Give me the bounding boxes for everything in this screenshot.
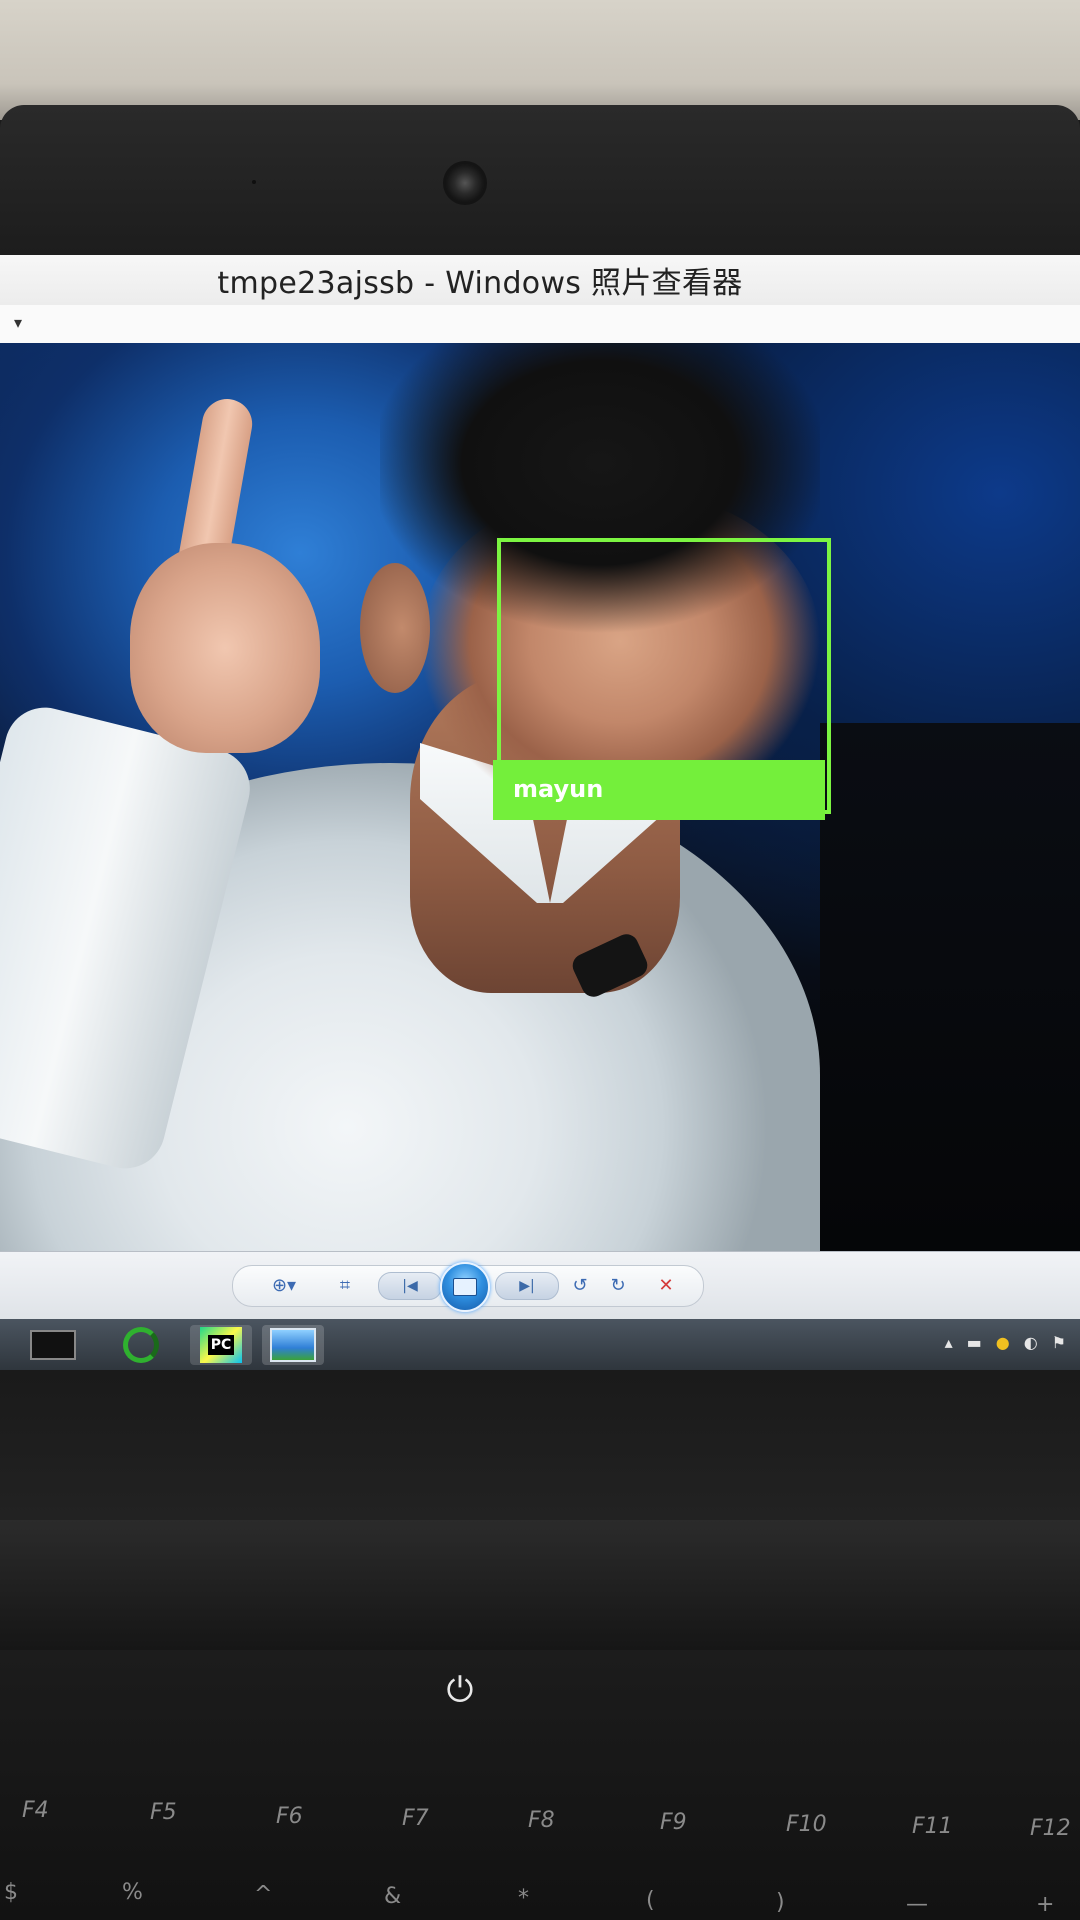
key-caret[interactable]: ^ [254,1882,272,1907]
system-tray: ▴ ▬ ● ◐ ⚑ [945,1333,1066,1352]
spinner-icon [123,1327,159,1363]
menu-bar: ▾ [0,305,1080,344]
taskbar-cmd-icon[interactable] [22,1325,84,1365]
rotate-clockwise-icon[interactable]: ↻ [604,1270,632,1300]
webcam-icon [446,164,484,202]
photo-hand [130,543,320,753]
key-f9[interactable]: F9 [660,1810,687,1835]
webcam-indicator [252,180,256,184]
key-f6[interactable]: F6 [276,1804,303,1829]
tray-security-icon[interactable]: ◐ [1024,1333,1038,1352]
wall-background [0,0,1080,120]
window-title: tmpe23ajssb - Windows 照片查看器 [217,266,743,301]
slideshow-icon[interactable] [440,1262,490,1312]
power-icon[interactable]: ⏻ [440,1670,480,1710]
taskbar-photo-viewer-icon[interactable] [262,1325,324,1365]
window-titlebar[interactable]: tmpe23ajssb - Windows 照片查看器 [0,255,1080,305]
key-plus[interactable]: + [1036,1892,1054,1917]
key-f5[interactable]: F5 [150,1800,177,1825]
taskbar-pycharm-icon[interactable]: PC [190,1325,252,1365]
pycharm-logo-icon: PC [200,1327,242,1363]
laptop-screen: tmpe23ajssb - Windows 照片查看器 ▾ mayun ⊕▾ ⌗… [0,255,1080,1370]
tray-expand-icon[interactable]: ▴ [945,1333,953,1352]
cmd-window-icon [30,1330,76,1360]
laptop-top-bezel [0,105,1080,265]
menu-dropdown-caret-icon[interactable]: ▾ [14,313,22,332]
key-f8[interactable]: F8 [528,1808,555,1833]
taskbar-loading-icon[interactable] [110,1325,172,1365]
key-f12[interactable]: F12 [1030,1816,1071,1841]
rotate-counterclockwise-icon[interactable]: ↺ [566,1270,594,1300]
key-f11[interactable]: F11 [912,1814,953,1839]
key-f4[interactable]: F4 [22,1798,49,1823]
next-icon[interactable]: ▶| [495,1272,559,1300]
photo-viewer-canvas: mayun [0,343,1080,1251]
pycharm-logo-text: PC [207,1335,235,1355]
zoom-icon[interactable]: ⊕▾ [262,1270,306,1300]
slideshow-screen-glyph [453,1278,477,1296]
key-close-paren[interactable]: ) [776,1890,785,1915]
key-asterisk[interactable]: * [518,1886,529,1911]
photo-viewer-logo-icon [270,1328,316,1362]
previous-icon[interactable]: |◀ [378,1272,442,1300]
key-f10[interactable]: F10 [786,1812,827,1837]
tray-network-icon[interactable]: ▬ [967,1333,982,1352]
windows-taskbar: PC ▴ ▬ ● ◐ ⚑ [0,1319,1080,1370]
delete-icon[interactable]: ✕ [652,1270,680,1300]
laptop-hinge [0,1520,1080,1650]
actual-size-icon[interactable]: ⌗ [330,1270,360,1300]
key-ampersand[interactable]: & [384,1884,401,1909]
tray-app-icon[interactable]: ● [996,1333,1010,1352]
key-minus[interactable]: — [906,1892,928,1917]
laptop-keyboard-deck [0,1650,1080,1920]
key-percent[interactable]: % [122,1880,143,1905]
photo-dark-region [820,723,1080,1251]
viewer-toolbar: ⊕▾ ⌗ |◀ ▶| ↺ ↻ ✕ [0,1251,1080,1320]
key-dollar[interactable]: $ [4,1880,18,1905]
key-open-paren[interactable]: ( [646,1888,655,1913]
tray-flag-icon[interactable]: ⚑ [1052,1333,1066,1352]
laptop-bottom-bezel [0,1370,1080,1520]
face-detection-label: mayun [513,775,604,803]
key-f7[interactable]: F7 [402,1806,429,1831]
